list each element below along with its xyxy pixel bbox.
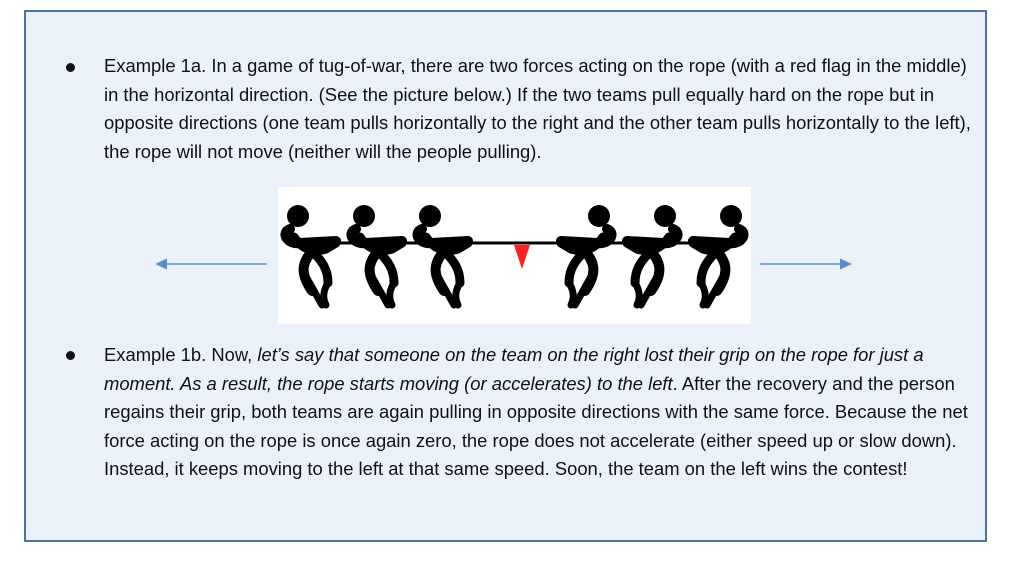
example-1a-text: In a game of tug-of-war, there are two f… — [104, 55, 971, 162]
example-1b-intro: Now, — [211, 344, 253, 365]
example-1b-label: Example 1b. — [104, 344, 207, 365]
example-1a-paragraph: Example 1a. In a game of tug-of-war, the… — [104, 52, 974, 166]
arrow-left-icon — [155, 258, 267, 270]
example-1a-label: Example 1a. — [104, 55, 207, 76]
tug-of-war-figure — [278, 187, 751, 324]
tug-of-war-icon — [278, 187, 751, 324]
arrow-right-icon — [760, 258, 852, 270]
bullet-1b — [66, 351, 75, 360]
bullet-1a — [66, 63, 75, 72]
example-1b-paragraph: Example 1b. Now, let’s say that someone … — [104, 341, 974, 484]
